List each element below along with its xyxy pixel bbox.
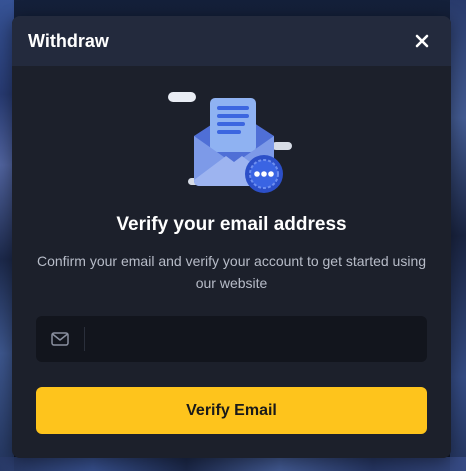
backdrop-bottom bbox=[0, 457, 466, 471]
modal-header: Withdraw bbox=[12, 16, 451, 66]
close-button[interactable] bbox=[411, 30, 433, 52]
email-field-wrapper bbox=[36, 316, 427, 362]
verify-heading: Verify your email address bbox=[116, 214, 347, 235]
close-icon bbox=[415, 34, 429, 48]
verify-description: Confirm your email and verify your accou… bbox=[36, 253, 427, 291]
withdraw-modal: Withdraw Verify your email address Confi… bbox=[12, 16, 451, 458]
verify-email-button[interactable]: Verify Email bbox=[36, 387, 427, 434]
mail-icon bbox=[36, 316, 84, 362]
backdrop-right bbox=[450, 0, 466, 471]
email-envelope-illustration bbox=[168, 92, 292, 193]
email-input[interactable] bbox=[85, 316, 427, 362]
modal-title: Withdraw bbox=[28, 30, 109, 51]
